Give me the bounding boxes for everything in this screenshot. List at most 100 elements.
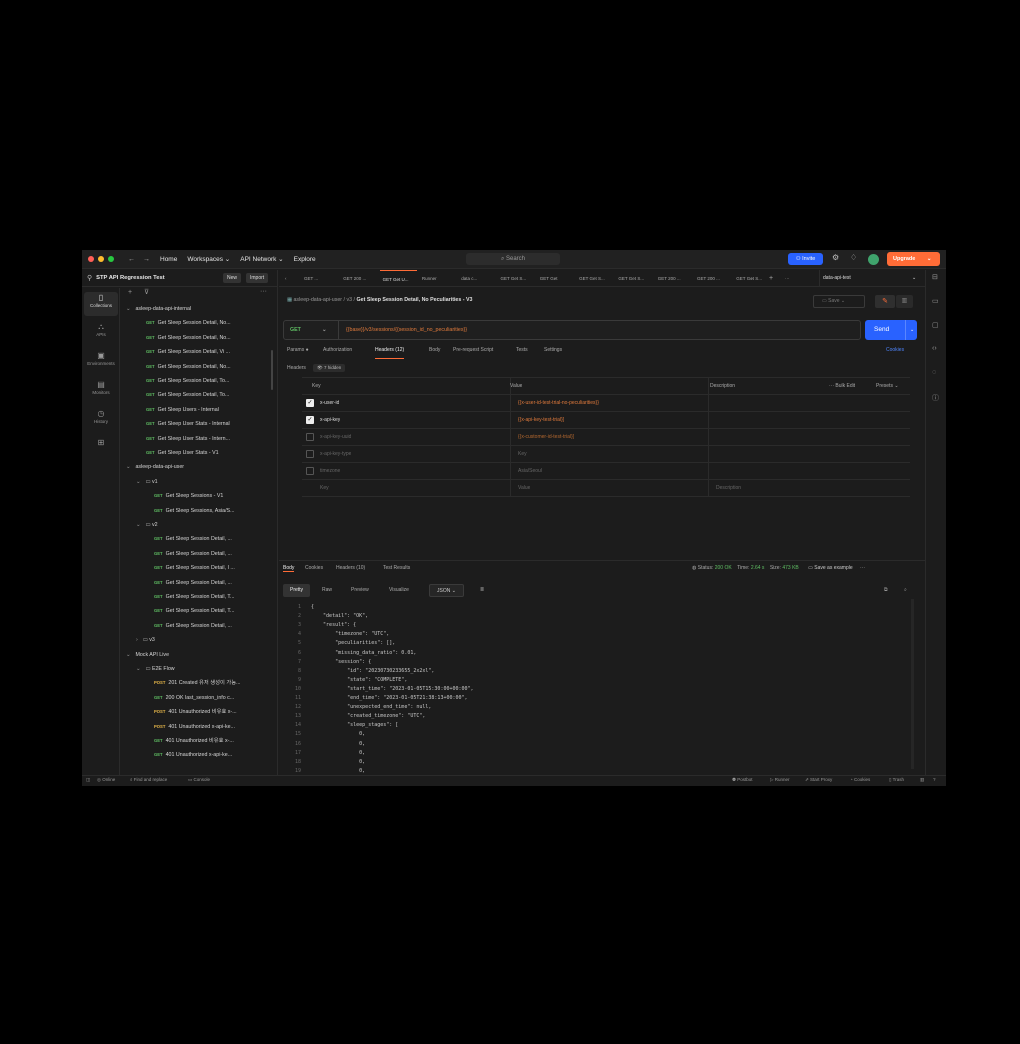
request-tab[interactable]: GET Get S...: [615, 270, 652, 287]
send-button[interactable]: Send ⌄: [865, 320, 917, 340]
request-tab[interactable]: GET 200 ...: [655, 270, 692, 287]
request-subtab[interactable]: Settings: [544, 347, 562, 359]
tree-request[interactable]: GET Get Sleep Session Detail, ...: [154, 547, 274, 561]
start-proxy-button[interactable]: ⇗ Start Proxy: [805, 777, 832, 783]
header-key[interactable]: timezone: [320, 463, 340, 480]
nav-home[interactable]: Home: [160, 256, 177, 263]
format-select[interactable]: JSON ⌄: [429, 584, 464, 597]
cookies-link[interactable]: Cookies: [886, 347, 904, 359]
rail-apis[interactable]: ⛬ APIs: [84, 321, 118, 345]
view-visualize[interactable]: Visualize: [382, 584, 416, 597]
chevron-right-icon[interactable]: ›: [136, 637, 138, 643]
global-search[interactable]: ⌕ Search: [466, 253, 560, 265]
avatar[interactable]: [868, 254, 879, 265]
request-tab[interactable]: GET 200 ...: [694, 270, 731, 287]
response-tab[interactable]: Test Results: [383, 565, 410, 571]
nav-explore[interactable]: Explore: [294, 256, 316, 263]
header-key[interactable]: x-api-key-type: [320, 446, 351, 463]
tree-folder[interactable]: ⌄ Mock API Live: [126, 648, 272, 662]
tree-request[interactable]: GET Get Sleep Session Detail, T...: [154, 590, 274, 604]
view-pretty[interactable]: Pretty: [283, 584, 311, 597]
maximize-window-icon[interactable]: [108, 256, 114, 262]
more-options-icon[interactable]: ···: [860, 565, 865, 571]
request-tab[interactable]: GET ...: [301, 270, 338, 287]
view-preview[interactable]: Preview: [344, 584, 376, 597]
tree-request[interactable]: GET Get Sleep Session Detail, ...: [154, 576, 274, 590]
request-subtab[interactable]: Params ●: [287, 347, 309, 359]
toggle-sidebar-icon[interactable]: ◫: [86, 777, 90, 783]
runner-button[interactable]: ▷ Runner: [770, 777, 789, 783]
request-tab[interactable]: GET 200 ...: [340, 270, 377, 287]
tabs-scroll-left-icon[interactable]: ‹: [285, 270, 287, 287]
add-icon[interactable]: +: [128, 289, 132, 296]
more-options-icon[interactable]: ···: [260, 288, 267, 295]
presets-dropdown[interactable]: Presets ⌄: [876, 378, 899, 395]
tree-folder[interactable]: ⌄ asleep-data-api-user: [126, 460, 272, 474]
tree-request[interactable]: GET Get Sleep User Stats - Internal: [146, 417, 274, 431]
request-tab[interactable]: GET Get U...: [379, 270, 417, 287]
tree-request[interactable]: GET Get Sleep Session Detail, ...: [154, 532, 274, 546]
tree-request[interactable]: GET 401 Unauthorized 비유효 x-...: [154, 734, 274, 748]
response-tab[interactable]: Headers (10): [336, 565, 365, 571]
tree-request[interactable]: GET Get Sleep Session Detail, No...: [146, 316, 274, 330]
related-collections-icon[interactable]: ◌: [932, 369, 936, 376]
settings-gear-icon[interactable]: ⚙: [832, 253, 839, 262]
hidden-headers-toggle[interactable]: 👁 7 hidden: [313, 364, 346, 372]
header-description[interactable]: Description: [716, 480, 741, 497]
request-title[interactable]: Get Sleep Session Detail, No Peculiariti…: [357, 297, 473, 303]
request-subtab[interactable]: Pre-request Script: [453, 347, 493, 359]
import-button[interactable]: Import: [246, 273, 269, 283]
url-input[interactable]: {{base}}/v3/sessions/{{session_id_no_pec…: [346, 321, 467, 339]
header-checkbox[interactable]: [306, 467, 314, 475]
tree-request[interactable]: GET Get Sleep Session Detail, No...: [146, 360, 274, 374]
workspace-name[interactable]: STP API Regression Test: [96, 275, 165, 281]
header-value[interactable]: Value: [518, 480, 530, 497]
tree-folder[interactable]: ⌄ ▭ v2: [136, 518, 272, 532]
header-checkbox[interactable]: [306, 433, 314, 441]
bulk-edit-button[interactable]: ··· Bulk Edit: [829, 378, 855, 395]
wrap-lines-icon[interactable]: ≣: [473, 584, 491, 597]
response-time[interactable]: 2.64 s: [751, 565, 765, 571]
cookies-button[interactable]: ◔ Cookies: [850, 777, 870, 782]
tree-request[interactable]: GET Get Sleep Sessions - V1: [154, 489, 274, 503]
nav-api-network[interactable]: API Network ⌄: [240, 255, 283, 263]
tree-request[interactable]: GET Get Sleep Session Detail, I ...: [154, 561, 274, 575]
upgrade-button[interactable]: Upgrade ⌄: [887, 252, 940, 266]
tree-request[interactable]: GET Get Sleep Session Detail, T...: [154, 604, 274, 618]
layout-icon[interactable]: ▥: [920, 777, 924, 783]
request-tab[interactable]: Runner: [419, 270, 456, 287]
header-value[interactable]: {{x-customer-id-test-trial}}: [518, 429, 574, 446]
notification-bell-icon[interactable]: ♢: [850, 253, 857, 262]
request-tab[interactable]: GET Get: [537, 270, 574, 287]
header-key[interactable]: x-api-key-uuid: [320, 429, 351, 446]
online-status[interactable]: ◎ Online: [97, 777, 115, 783]
console-button[interactable]: ▭ Console: [188, 777, 210, 783]
tree-request[interactable]: GET Get Sleep Sessions, Asia/S...: [154, 504, 274, 518]
chevron-down-icon[interactable]: ⌄: [126, 464, 130, 470]
find-replace-button[interactable]: ⌕ Find and replace: [130, 777, 167, 782]
request-tab[interactable]: data c...: [458, 270, 495, 287]
rail-environments[interactable]: ▣ Environments: [84, 350, 118, 374]
nav-workspaces[interactable]: Workspaces ⌄: [187, 255, 230, 263]
edit-pencil-icon[interactable]: ✎: [875, 295, 895, 308]
rail-history[interactable]: ◷ History: [84, 408, 118, 432]
header-checkbox[interactable]: ✓: [306, 416, 314, 424]
help-icon[interactable]: ?: [933, 777, 936, 782]
method-select[interactable]: GET ⌄: [284, 321, 339, 339]
tree-folder[interactable]: › ▭ v3: [136, 633, 272, 647]
header-value[interactable]: Key: [518, 446, 527, 463]
status-code[interactable]: 200 OK: [715, 565, 732, 571]
request-subtab[interactable]: Body: [429, 347, 440, 359]
rail-flows[interactable]: ⊞: [84, 437, 118, 461]
search-icon[interactable]: ⌕: [897, 584, 914, 597]
tree-request[interactable]: GET Get Sleep Session Detail, No...: [146, 331, 274, 345]
back-arrow-icon[interactable]: ←: [128, 256, 135, 263]
header-value[interactable]: Asia/Seoul: [518, 463, 542, 480]
header-key[interactable]: Key: [320, 480, 329, 497]
tree-request[interactable]: GET Get Sleep User Stats - V1: [146, 446, 274, 460]
response-tab[interactable]: Cookies: [305, 565, 323, 571]
postbot-button[interactable]: ⚉ Postbot: [732, 777, 753, 783]
tabs-menu-icon[interactable]: ···: [785, 270, 790, 287]
response-size[interactable]: 473 KB: [782, 565, 798, 571]
forward-arrow-icon[interactable]: →: [143, 256, 150, 263]
